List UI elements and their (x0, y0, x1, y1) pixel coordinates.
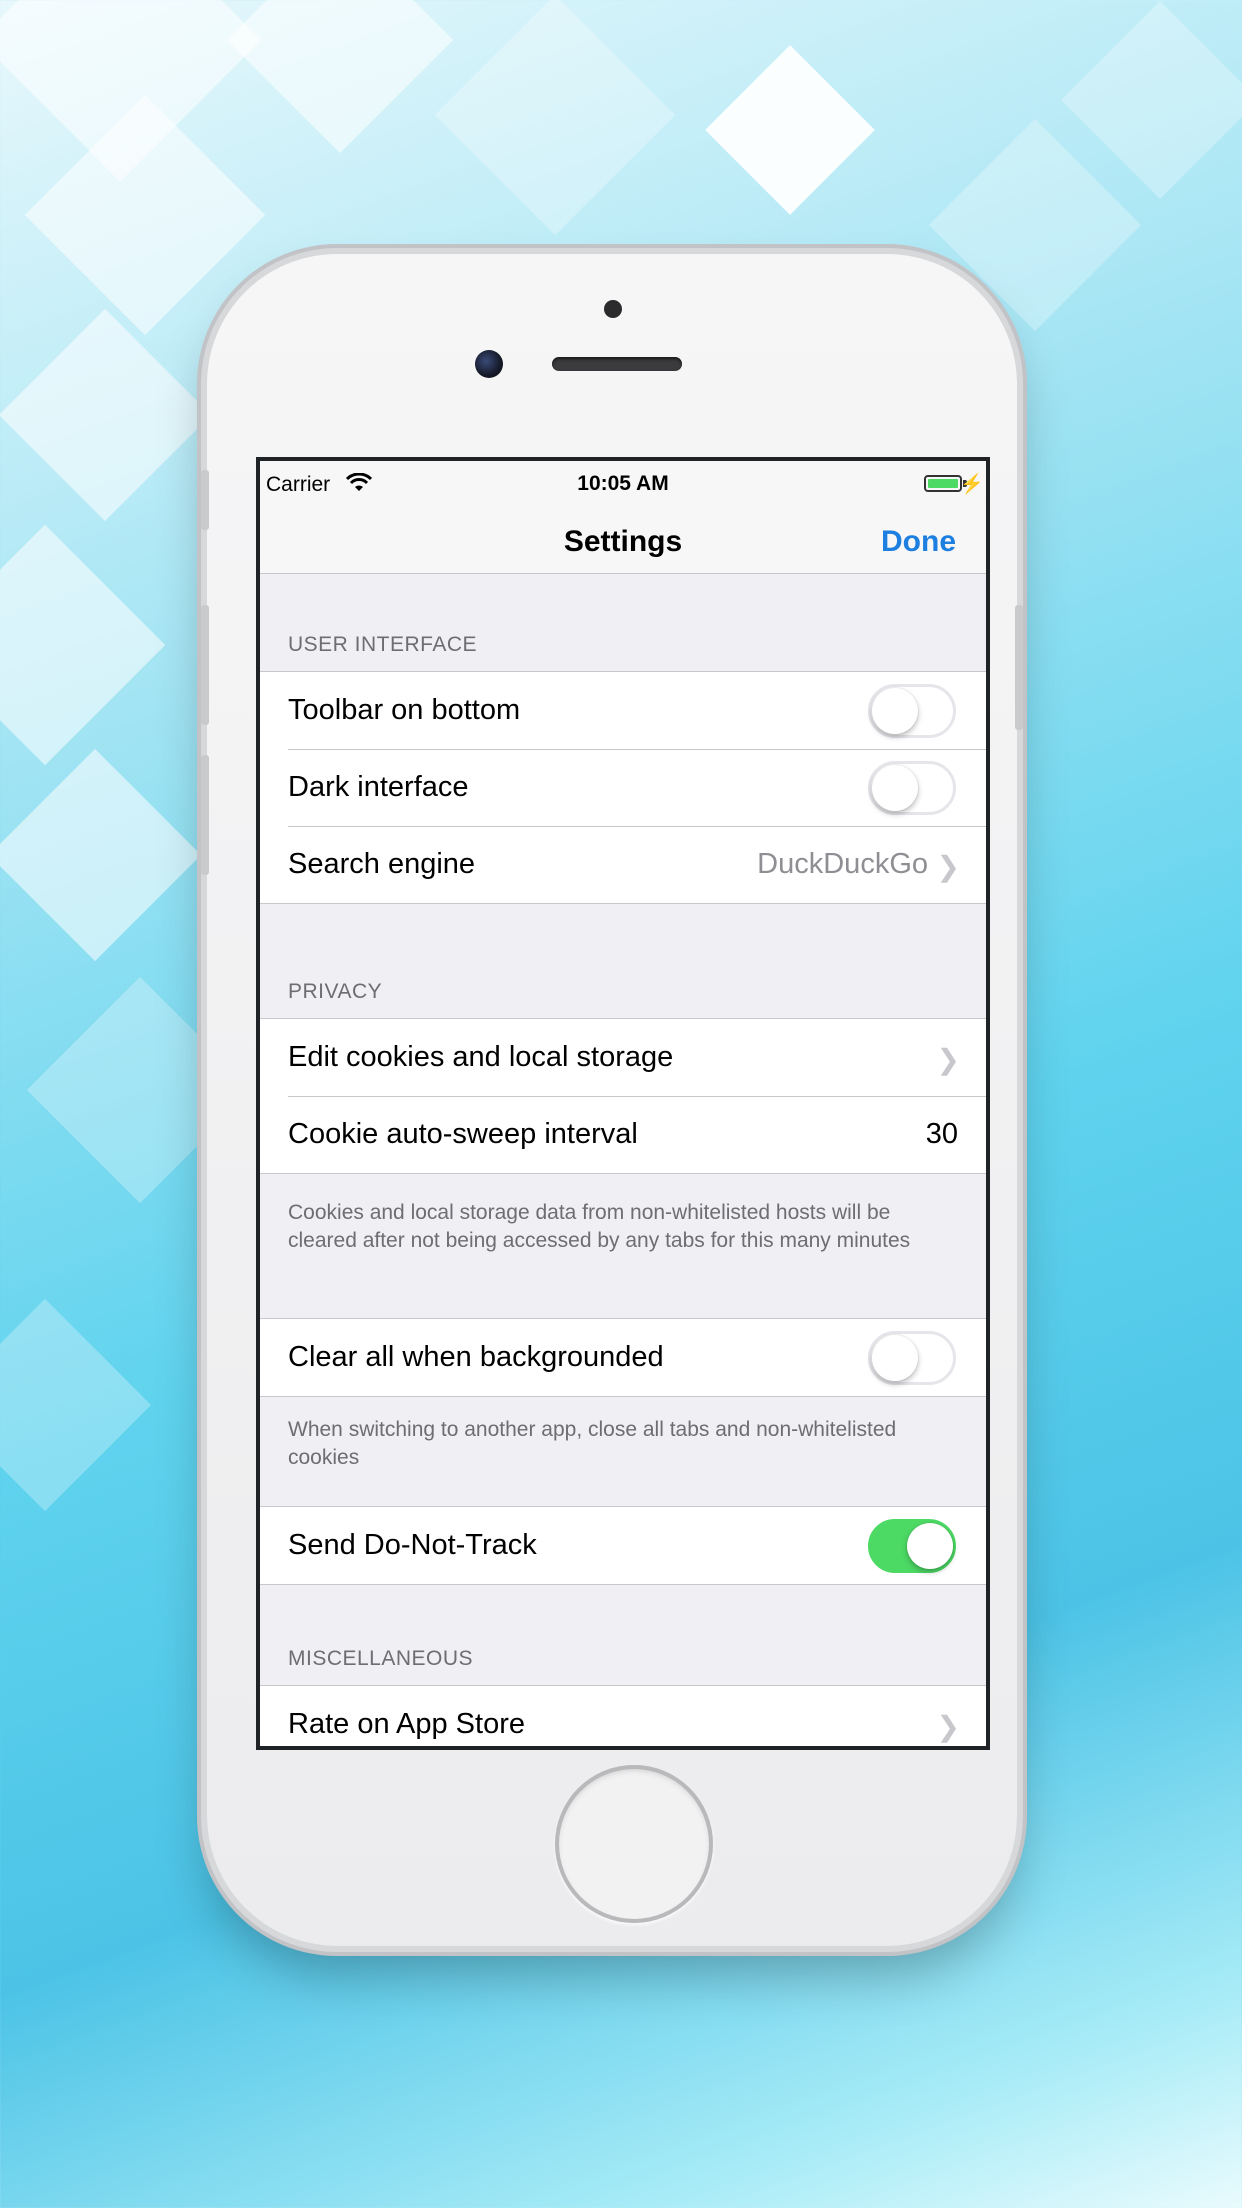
dnt-label: Send Do-Not-Track (288, 1529, 537, 1561)
cookie-sweep-footer: Cookies and local storage data from non-… (288, 1201, 911, 1252)
earpiece-speaker (552, 357, 682, 371)
cookie-sweep-value: 30 (925, 1118, 958, 1150)
status-time: 10:05 AM (577, 472, 669, 495)
search-engine-label: Search engine (288, 848, 476, 880)
section-header-user-interface: USER INTERFACE (288, 633, 478, 656)
background-diamond (0, 524, 166, 766)
phone-screen: Carrier 10:05 AM ⚡ Settings Done USER IN… (256, 457, 990, 1750)
clear-all-footer: When switching to another app, close all… (288, 1418, 897, 1469)
dnt-toggle[interactable] (868, 1519, 956, 1573)
navigation-bar: Settings Done (260, 507, 986, 574)
sensor-dot (604, 300, 622, 318)
background-diamond (0, 308, 212, 522)
volume-down-button (201, 755, 209, 875)
front-camera (475, 350, 503, 378)
done-button[interactable]: Done (881, 525, 956, 559)
toggle-knob (907, 1523, 953, 1569)
background-diamond (434, 0, 676, 236)
dark-interface-label: Dark interface (288, 771, 469, 803)
chevron-right-icon: ❯ (936, 1044, 960, 1075)
background-diamond (705, 45, 875, 215)
background-diamond (226, 0, 454, 154)
clear-all-label: Clear all when backgrounded (288, 1341, 664, 1373)
search-engine-value: DuckDuckGo (757, 848, 928, 880)
dnt-row: Send Do-Not-Track (260, 1507, 986, 1584)
cookie-sweep-label: Cookie auto-sweep interval (288, 1118, 638, 1150)
clear-all-group: Clear all when backgrounded (260, 1318, 986, 1397)
edit-cookies-row[interactable]: Edit cookies and local storage ❯ (260, 1019, 986, 1096)
cookie-sweep-row[interactable]: Cookie auto-sweep interval 30 (260, 1096, 986, 1173)
toggle-knob (872, 765, 918, 811)
clear-all-row: Clear all when backgrounded (260, 1319, 986, 1396)
chevron-right-icon: ❯ (936, 1711, 960, 1742)
section-header-privacy: PRIVACY (288, 980, 383, 1003)
dark-interface-toggle[interactable] (868, 761, 956, 815)
background-diamond (0, 748, 202, 962)
charging-bolt-icon: ⚡ (960, 474, 984, 495)
mute-switch (201, 470, 209, 530)
search-engine-row[interactable]: Search engine DuckDuckGo ❯ (260, 826, 986, 903)
rate-row[interactable]: Rate on App Store ❯ (260, 1686, 986, 1746)
page-title: Settings (563, 525, 683, 558)
edit-cookies-label: Edit cookies and local storage (288, 1041, 674, 1073)
background-diamond (24, 94, 266, 336)
background-diamond (0, 1298, 152, 1512)
toggle-knob (872, 688, 918, 734)
privacy-group: Edit cookies and local storage ❯ Cookie … (260, 1018, 986, 1174)
clear-all-toggle[interactable] (868, 1331, 956, 1385)
toolbar-on-bottom-label: Toolbar on bottom (288, 694, 521, 726)
battery-icon (924, 475, 962, 492)
rate-label: Rate on App Store (288, 1708, 525, 1740)
toggle-knob (872, 1335, 918, 1381)
toolbar-on-bottom-toggle[interactable] (868, 684, 956, 738)
status-bar: Carrier 10:05 AM ⚡ (260, 461, 986, 507)
home-button[interactable] (555, 1765, 713, 1923)
toolbar-on-bottom-row: Toolbar on bottom (260, 672, 986, 749)
dark-interface-row: Dark interface (260, 749, 986, 826)
background-diamond (1061, 1, 1242, 199)
user-interface-group: Toolbar on bottom Dark interface Search … (260, 671, 986, 904)
chevron-right-icon: ❯ (936, 851, 960, 882)
volume-up-button (201, 605, 209, 725)
section-header-miscellaneous: MISCELLANEOUS (288, 1647, 474, 1670)
misc-group: Rate on App Store ❯ (260, 1685, 986, 1746)
dnt-group: Send Do-Not-Track (260, 1506, 986, 1585)
power-button (1015, 605, 1023, 730)
